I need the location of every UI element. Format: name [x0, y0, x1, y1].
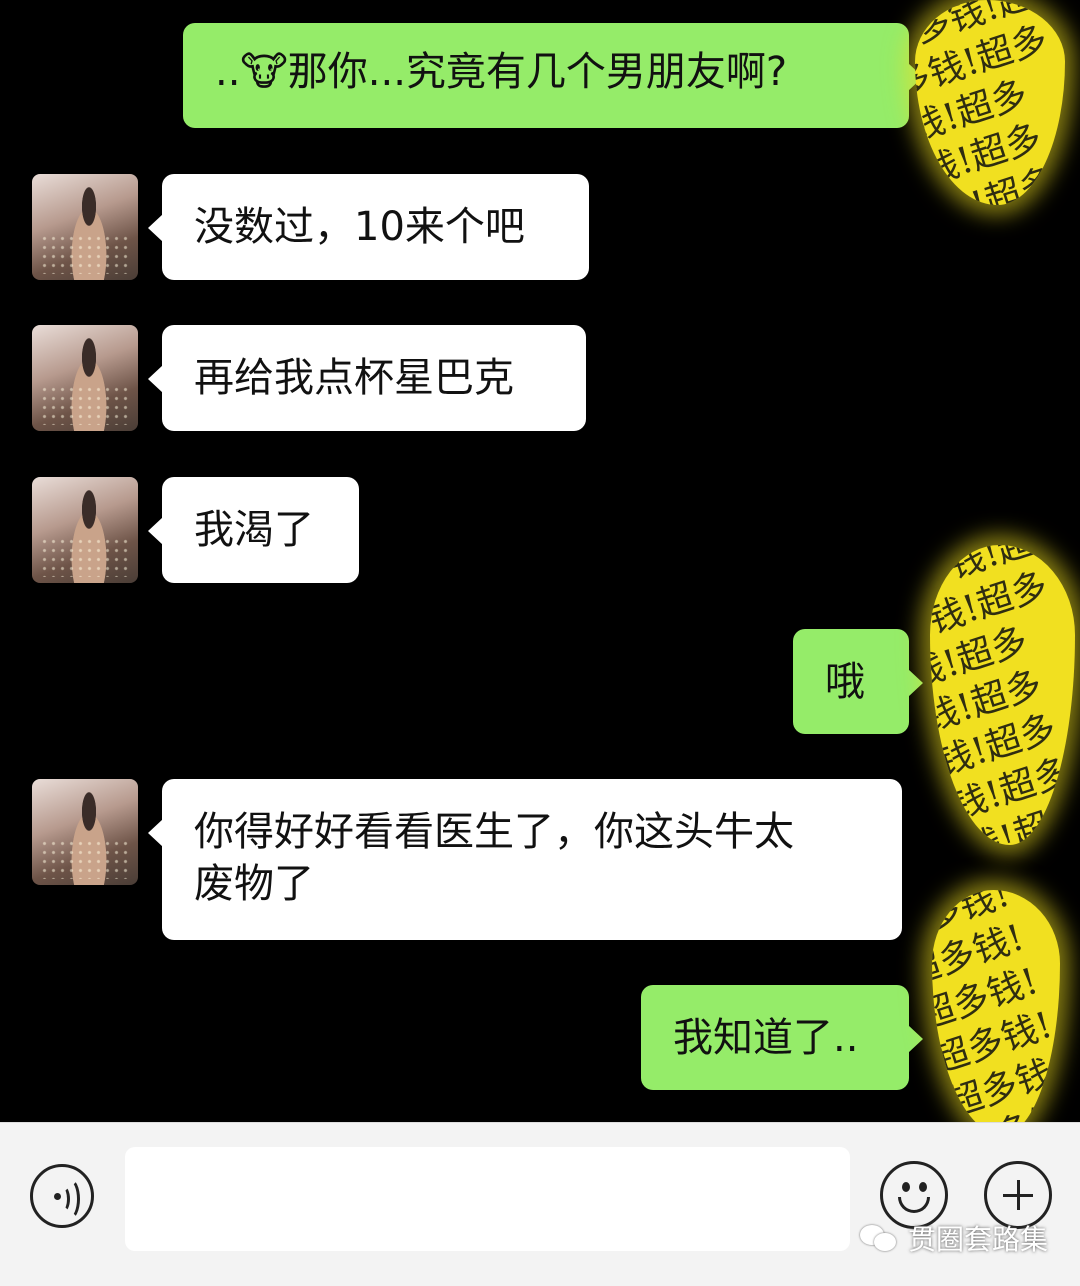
- message-bubble-sent[interactable]: ..🐮那你...究竟有几个男朋友啊?: [183, 23, 923, 128]
- message-bubble-sent[interactable]: 哦: [793, 629, 923, 734]
- message-bubble-received[interactable]: 没数过，10来个吧: [148, 174, 589, 280]
- redaction-pattern: 超多钱!超多钱!超多钱!超多钱!超多钱!超多钱!超多钱!超多钱!超多钱!超多钱!…: [930, 545, 1075, 845]
- contact-avatar[interactable]: [32, 477, 138, 583]
- chat-area: ..🐮那你...究竟有几个男朋友啊? 没数过，10来个吧 再给我点杯星巴克 我渴…: [0, 0, 1080, 1135]
- smiley-mouth: [898, 1197, 930, 1213]
- redaction-pattern: 超多钱!超多钱!超多钱!超多钱!超多钱!超多钱!超多钱!超多钱!超多钱!超多钱!…: [915, 0, 1065, 205]
- smiley-eye: [919, 1182, 927, 1192]
- avatar-dress: [40, 839, 132, 879]
- smiley-icon: [902, 1182, 910, 1192]
- avatar-dress: [40, 385, 132, 425]
- redaction-blob: 超多钱!超多钱!超多钱!超多钱!超多钱!超多钱!超多钱!超多钱!超多钱!超多钱!…: [930, 545, 1075, 845]
- contact-avatar[interactable]: [32, 325, 138, 431]
- wechat-icon: [860, 1223, 900, 1253]
- input-bar: [0, 1122, 1080, 1286]
- voice-wave-large: [59, 1178, 80, 1220]
- redaction-blob: 超多钱!超多钱!超多钱!超多钱!超多钱!超多钱!超多钱!超多钱!超多钱!超多钱!…: [915, 0, 1065, 205]
- contact-avatar[interactable]: [32, 779, 138, 885]
- message-bubble-sent[interactable]: 我知道了..: [641, 985, 923, 1090]
- message-bubble-received[interactable]: 我渴了: [148, 477, 359, 583]
- contact-avatar[interactable]: [32, 174, 138, 280]
- message-input[interactable]: [125, 1147, 850, 1251]
- wechat-bubble-2: [874, 1233, 896, 1251]
- avatar-dress: [40, 234, 132, 274]
- message-bubble-received[interactable]: 再给我点杯星巴克: [148, 325, 586, 431]
- watermark-text: 贯圈套路集: [908, 1223, 1049, 1256]
- voice-button[interactable]: [30, 1164, 94, 1228]
- message-bubble-received[interactable]: 你得好好看看医生了，你这头牛太 废物了: [148, 779, 902, 940]
- redaction-pattern: 超多钱!超多钱!超多钱!超多钱!超多钱!超多钱!超多钱!超多钱!超多钱!超多钱!…: [932, 890, 1060, 1135]
- watermark: 贯圈套路集: [860, 1220, 1048, 1256]
- redaction-blob: 超多钱!超多钱!超多钱!超多钱!超多钱!超多钱!超多钱!超多钱!超多钱!超多钱!…: [932, 890, 1060, 1135]
- avatar-dress: [40, 537, 132, 577]
